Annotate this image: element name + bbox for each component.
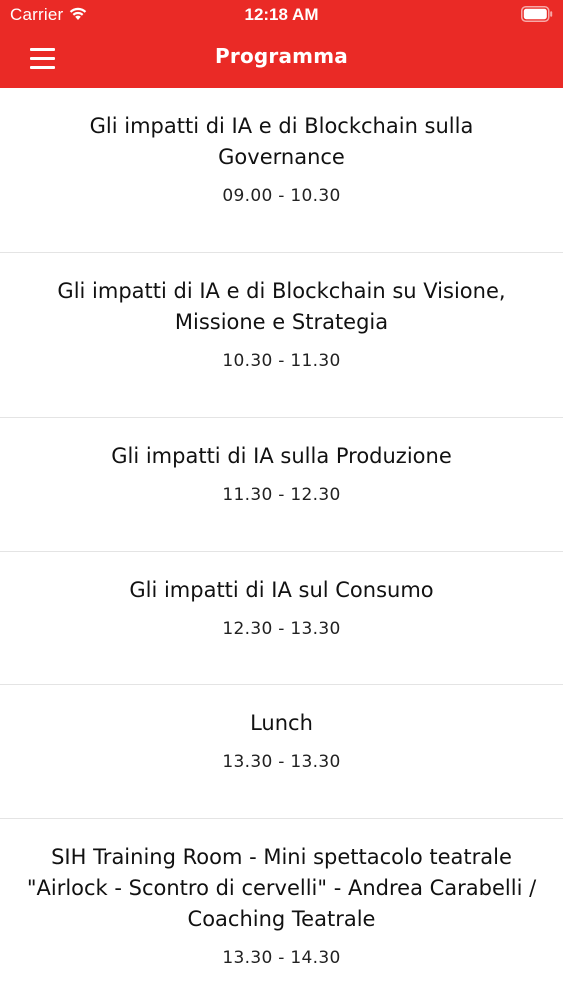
page-title: Programma: [215, 44, 348, 68]
program-item-title: Gli impatti di IA e di Blockchain sulla …: [89, 114, 474, 169]
app-screen: Carrier 12:18 AM Programma Gli impatti d…: [0, 0, 563, 1000]
program-item-title: Gli impatti di IA sul Consumo: [129, 578, 434, 602]
program-list[interactable]: Gli impatti di IA e di Blockchain sulla …: [0, 88, 563, 1000]
program-item-title: SIH Training Room - Mini spettacolo teat…: [26, 845, 537, 931]
program-item[interactable]: Lunch 13.30 - 13.30: [0, 685, 563, 819]
program-item-time: 13.30 - 14.30: [222, 948, 341, 968]
program-item[interactable]: Gli impatti di IA sul Consumo 12.30 - 13…: [0, 552, 563, 685]
program-item-title: Gli impatti di IA e di Blockchain su Vis…: [57, 279, 506, 334]
program-item-time: 09.00 - 10.30: [222, 186, 341, 206]
program-item-time: 13.30 - 13.30: [222, 752, 341, 772]
program-item-title: Gli impatti di IA sulla Produzione: [111, 444, 452, 468]
status-bar: Carrier 12:18 AM: [0, 0, 563, 30]
program-item-time: 11.30 - 12.30: [222, 485, 341, 505]
navigation-bar: Programma: [0, 30, 563, 88]
app-header: Carrier 12:18 AM Programma: [0, 0, 563, 88]
program-item-time: 12.30 - 13.30: [222, 619, 341, 639]
program-item-time: 10.30 - 11.30: [222, 351, 341, 371]
program-item[interactable]: SIH Training Room - Mini spettacolo teat…: [0, 819, 563, 1000]
program-item[interactable]: Gli impatti di IA e di Blockchain su Vis…: [0, 253, 563, 418]
program-item[interactable]: Gli impatti di IA sulla Produzione 11.30…: [0, 418, 563, 552]
battery-icon: [521, 6, 553, 22]
program-item-title: Lunch: [250, 711, 313, 735]
status-time: 12:18 AM: [244, 5, 319, 24]
program-item[interactable]: Gli impatti di IA e di Blockchain sulla …: [0, 88, 563, 253]
